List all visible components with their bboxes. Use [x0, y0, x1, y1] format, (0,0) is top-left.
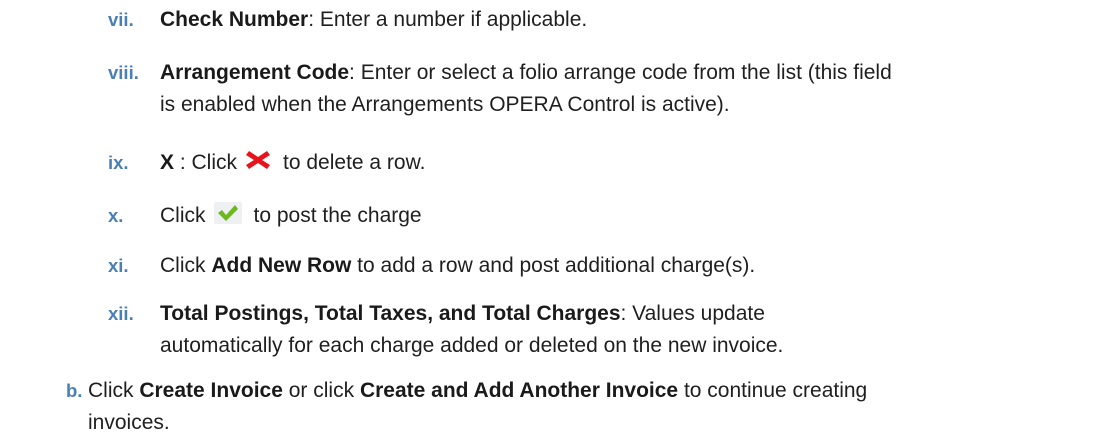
button-name: Add New Row: [211, 254, 352, 277]
step-numeral: x.: [108, 205, 124, 226]
step-description-tail: to add a row and post additional charge(…: [351, 254, 756, 277]
step-numeral: xii.: [108, 303, 134, 324]
step-numeral: ix.: [108, 152, 129, 173]
step-numeral: viii.: [108, 62, 139, 83]
button-name-create-invoice: Create Invoice: [139, 379, 283, 402]
step-numeral: xi.: [108, 255, 129, 276]
button-name-create-and-add: Create and Add Another Invoice: [359, 379, 679, 402]
step-text: X : Click to delete a row.: [160, 147, 920, 179]
step-ix: ix. X : Click to delete a row.: [108, 147, 1008, 179]
step-description-line1: : Values update: [620, 302, 765, 325]
checkmark-icon: [213, 202, 242, 225]
step-numeral: vii.: [108, 9, 134, 30]
step-text: Check Number: Enter a number if applicab…: [160, 4, 920, 36]
step-text: Arrangement Code: Enter or select a foli…: [160, 57, 920, 121]
step-description-line2: invoices.: [88, 411, 170, 434]
delete-x-icon: [245, 149, 271, 171]
field-name: Arrangement Code: [160, 61, 350, 84]
document-page: vii. Check Number: Enter a number if app…: [0, 0, 1101, 441]
step-description-line1: : Enter or select a folio arrange code f…: [349, 61, 892, 84]
step-description: : Enter a number if applicable.: [308, 8, 588, 31]
step-viii: viii. Arrangement Code: Enter or select …: [108, 57, 1008, 121]
step-description-line2: is enabled when the Arrangements OPERA C…: [160, 93, 730, 116]
step-xi: xi. Click Add New Row to add a row and p…: [108, 250, 1008, 282]
step-description: Click: [88, 379, 140, 402]
field-name: Check Number: [160, 8, 309, 31]
step-letter: b.: [66, 380, 83, 401]
field-name: X: [160, 151, 175, 174]
step-text: Total Postings, Total Taxes, and Total C…: [160, 298, 920, 362]
step-description: Click: [160, 254, 212, 277]
step-description-tail: to delete a row.: [283, 151, 426, 174]
step-x: x. Click to post the charge: [108, 200, 1008, 232]
field-name: Total Postings, Total Taxes, and Total C…: [160, 302, 621, 325]
step-description-tail: to post the charge: [253, 204, 422, 227]
step-description-mid: or click: [282, 379, 360, 402]
step-b: b. Click Create Invoice or click Create …: [62, 375, 1062, 439]
step-description-line2: automatically for each charge added or d…: [160, 334, 784, 357]
step-description: Click: [160, 204, 206, 227]
step-description-tail: to continue creating: [678, 379, 868, 402]
step-text: Click Add New Row to add a row and post …: [160, 250, 920, 282]
step-vii: vii. Check Number: Enter a number if app…: [108, 4, 1008, 36]
step-xii: xii. Total Postings, Total Taxes, and To…: [108, 298, 1008, 362]
step-text: Click Create Invoice or click Create and…: [88, 375, 1048, 439]
step-description: : Click: [174, 151, 238, 174]
step-text: Click to post the charge: [160, 200, 920, 232]
